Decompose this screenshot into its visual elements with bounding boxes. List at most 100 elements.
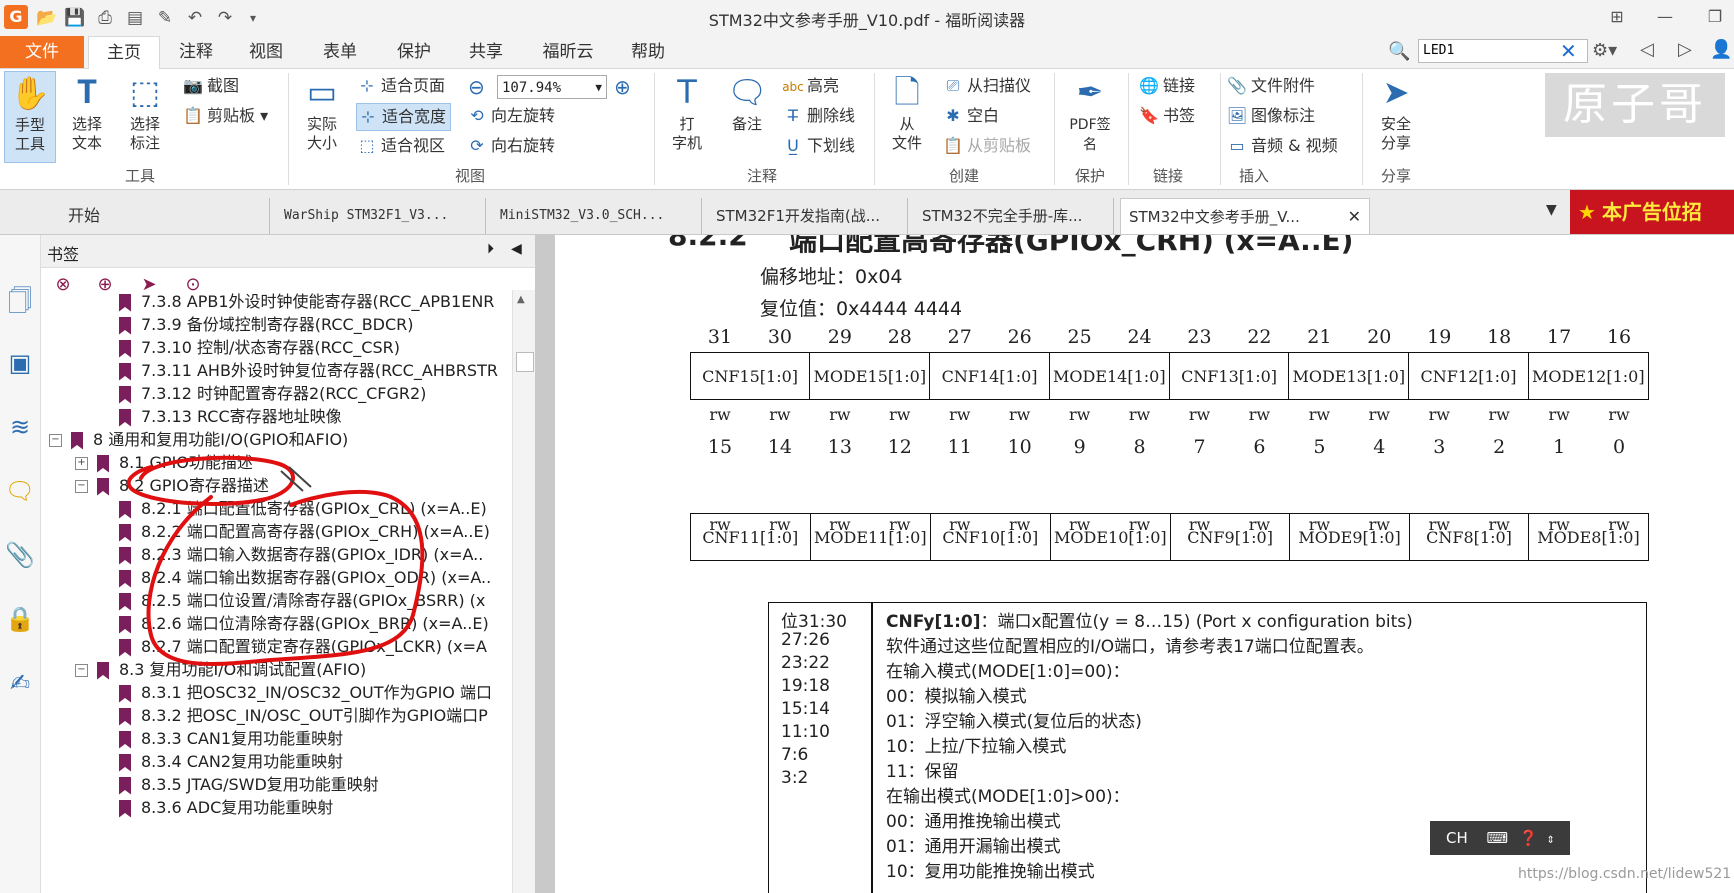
keyboard-icon[interactable]: ⌨ <box>1487 829 1509 847</box>
comments-icon[interactable]: 🗨 <box>4 475 36 507</box>
bookmark-panel: 书签 ⏵ ◀ ⊗ ⊕ ➤ ⊙ 7.3.8 APB1外设时钟使能寄存器(RCC_A… <box>41 235 535 893</box>
actual-size-button[interactable]: ▭ 实际 大小 <box>296 71 348 153</box>
link-button[interactable]: 🌐 链接 <box>1138 73 1195 99</box>
close-tab-icon[interactable]: ✕ <box>1348 199 1361 234</box>
description-line: 00：模拟输入模式 <box>886 687 1027 707</box>
prev-result-icon[interactable]: ◁ <box>1640 39 1654 60</box>
pdf-sign-button[interactable]: ✒ PDF签 名 <box>1062 71 1118 155</box>
ime-toolbar[interactable]: CH ⌨ ❓ ⇕ <box>1430 821 1570 855</box>
scanner-icon: ⎚ <box>946 76 960 95</box>
from-clipboard-button[interactable]: 📋 从剪贴板 <box>942 133 1031 159</box>
clear-search-icon[interactable]: ✕ <box>1560 39 1577 63</box>
ime-menu-icon[interactable]: ⇕ <box>1546 835 1554 846</box>
access-label: rw <box>1368 515 1390 534</box>
group-label-create: 创建 <box>948 167 979 185</box>
hand-tool-button[interactable]: ✋ 手型 工具 <box>4 71 56 163</box>
layers-icon[interactable]: ≋ <box>4 411 36 443</box>
ribbon-toggle-icon[interactable]: ⊞ <box>1602 4 1632 30</box>
bit-range: 19:18 <box>781 676 830 696</box>
bookmark-button[interactable]: 🔖 书签 <box>1138 103 1195 129</box>
bookmark-icon: 🔖 <box>1139 106 1159 125</box>
ime-language: CH <box>1446 829 1468 847</box>
reset-value: 复位值：0x4444 4444 <box>760 298 963 320</box>
signatures-icon[interactable]: ✍ <box>4 667 36 699</box>
access-label: rw <box>1608 515 1630 534</box>
note-button[interactable]: 🗨 备注 <box>720 71 774 134</box>
security-lock-icon[interactable]: 🔒 <box>4 603 36 635</box>
rotate-left-button[interactable]: ⟲ 向左旋转 <box>466 103 555 129</box>
access-label: rw <box>1368 405 1390 424</box>
access-label: rw <box>829 515 851 534</box>
zoom-out-icon[interactable]: ⊖ <box>468 75 485 99</box>
brand-logo: 原子哥 <box>1545 73 1725 137</box>
doc-tab[interactable]: STM32F1开发指南(战... <box>708 198 908 234</box>
typewriter-button[interactable]: T 打 字机 <box>660 71 714 153</box>
from-file-button[interactable]: 🗋 从 文件 <box>880 71 934 153</box>
underline-icon: U̲ <box>787 136 799 155</box>
user-icon[interactable]: 👤 <box>1710 39 1732 60</box>
strikeout-button[interactable]: T̶ 删除线 <box>782 103 855 129</box>
select-text-button[interactable]: 𝐓 选择 文本 <box>62 71 112 153</box>
blank-button[interactable]: ✱ 空白 <box>942 103 999 129</box>
find-icon[interactable]: 🔍 <box>1388 40 1412 64</box>
doc-tab[interactable]: MiniSTM32_V3.0_SCH... <box>492 198 702 234</box>
page-thumbnail-icon[interactable]: 🗍 <box>4 285 36 317</box>
highlight-button[interactable]: abc 高亮 <box>782 73 839 99</box>
tab-comment[interactable]: 注释 <box>166 36 226 68</box>
ad-banner[interactable]: ★ 本广告位招 <box>1570 190 1734 234</box>
audio-video-button[interactable]: ▭ 音频 & 视频 <box>1226 133 1337 159</box>
file-icon: 🗋 <box>894 73 920 111</box>
rotate-right-button[interactable]: ⟳ 向右旋转 <box>466 133 555 159</box>
bit-number: 24 <box>1127 326 1152 348</box>
zoom-select[interactable]: 107.94% ▼ <box>497 75 607 99</box>
doc-tab-active[interactable]: STM32中文参考手册_V... ✕ <box>1120 198 1370 234</box>
minimize-icon[interactable]: — <box>1650 4 1680 30</box>
strikeout-icon: T̶ <box>788 106 798 125</box>
tab-home[interactable]: 主页 <box>88 36 160 70</box>
description-line: 01：通用开漏输出模式 <box>886 837 1061 857</box>
access-label: rw <box>1308 515 1331 534</box>
panel-splitter[interactable] <box>535 235 555 893</box>
red-annotation-scribble <box>126 455 425 666</box>
clipboard-icon: 📋 <box>183 106 203 125</box>
fit-visible-button[interactable]: ⬚ 适合视区 <box>356 133 445 159</box>
zoom-in-icon[interactable]: ⊕ <box>614 75 631 99</box>
bit-number: 13 <box>827 436 852 458</box>
secure-share-button[interactable]: ➤ 安全 分享 <box>1370 71 1422 153</box>
pages-icon[interactable]: ▣ <box>4 347 36 379</box>
doc-tab[interactable]: STM32不完全手册-库... <box>914 198 1114 234</box>
underline-button[interactable]: U̲ 下划线 <box>782 133 855 159</box>
image-annotation-button[interactable]: 🖼 图像标注 <box>1226 103 1315 129</box>
restore-icon[interactable]: ❐ <box>1700 4 1730 30</box>
from-scanner-button[interactable]: ⎚ 从扫描仪 <box>942 73 1031 99</box>
help-icon[interactable]: ❓ <box>1519 829 1538 847</box>
attachments-icon[interactable]: 📎 <box>4 539 36 571</box>
tab-view[interactable]: 视图 <box>236 36 296 68</box>
tab-form[interactable]: 表单 <box>310 36 370 68</box>
tab-foxit-cloud[interactable]: 福昕云 <box>530 36 606 68</box>
screenshot-button[interactable]: 📷 截图 <box>182 73 239 99</box>
access-label: rw <box>709 405 731 424</box>
fit-page-button[interactable]: ⊹ 适合页面 <box>356 73 445 99</box>
blank-page-icon: ✱ <box>946 106 960 125</box>
bit-number: 10 <box>1007 436 1032 458</box>
tab-protect[interactable]: 保护 <box>384 36 444 68</box>
search-settings-icon[interactable]: ⚙▾ <box>1592 40 1617 61</box>
select-annotation-button[interactable]: ⬚ 选择 标注 <box>120 71 170 153</box>
clipboard-icon: 📋 <box>943 136 963 155</box>
register-field: CNF13[1:0] <box>1168 352 1290 400</box>
tab-help[interactable]: 帮助 <box>618 36 678 68</box>
tab-list-chevron-icon[interactable]: ▼ <box>1546 202 1557 218</box>
image-icon: 🖼 <box>1226 106 1248 125</box>
doc-tab[interactable]: WarShip STM32F1_V3... <box>276 198 486 234</box>
tab-file[interactable]: 文件 <box>0 36 84 68</box>
clipboard-button[interactable]: 📋 剪贴板 ▾ <box>182 103 268 129</box>
access-label: rw <box>1308 405 1331 424</box>
bit-range: 15:14 <box>781 699 830 719</box>
tab-share[interactable]: 共享 <box>456 36 516 68</box>
next-result-icon[interactable]: ▷ <box>1678 39 1692 60</box>
camera-icon: 📷 <box>183 76 203 95</box>
doc-tab-start[interactable]: 开始 <box>60 198 270 234</box>
file-attachment-button[interactable]: 📎 文件附件 <box>1226 73 1315 99</box>
fit-width-button[interactable]: ⊹ 适合宽度 <box>356 103 452 131</box>
